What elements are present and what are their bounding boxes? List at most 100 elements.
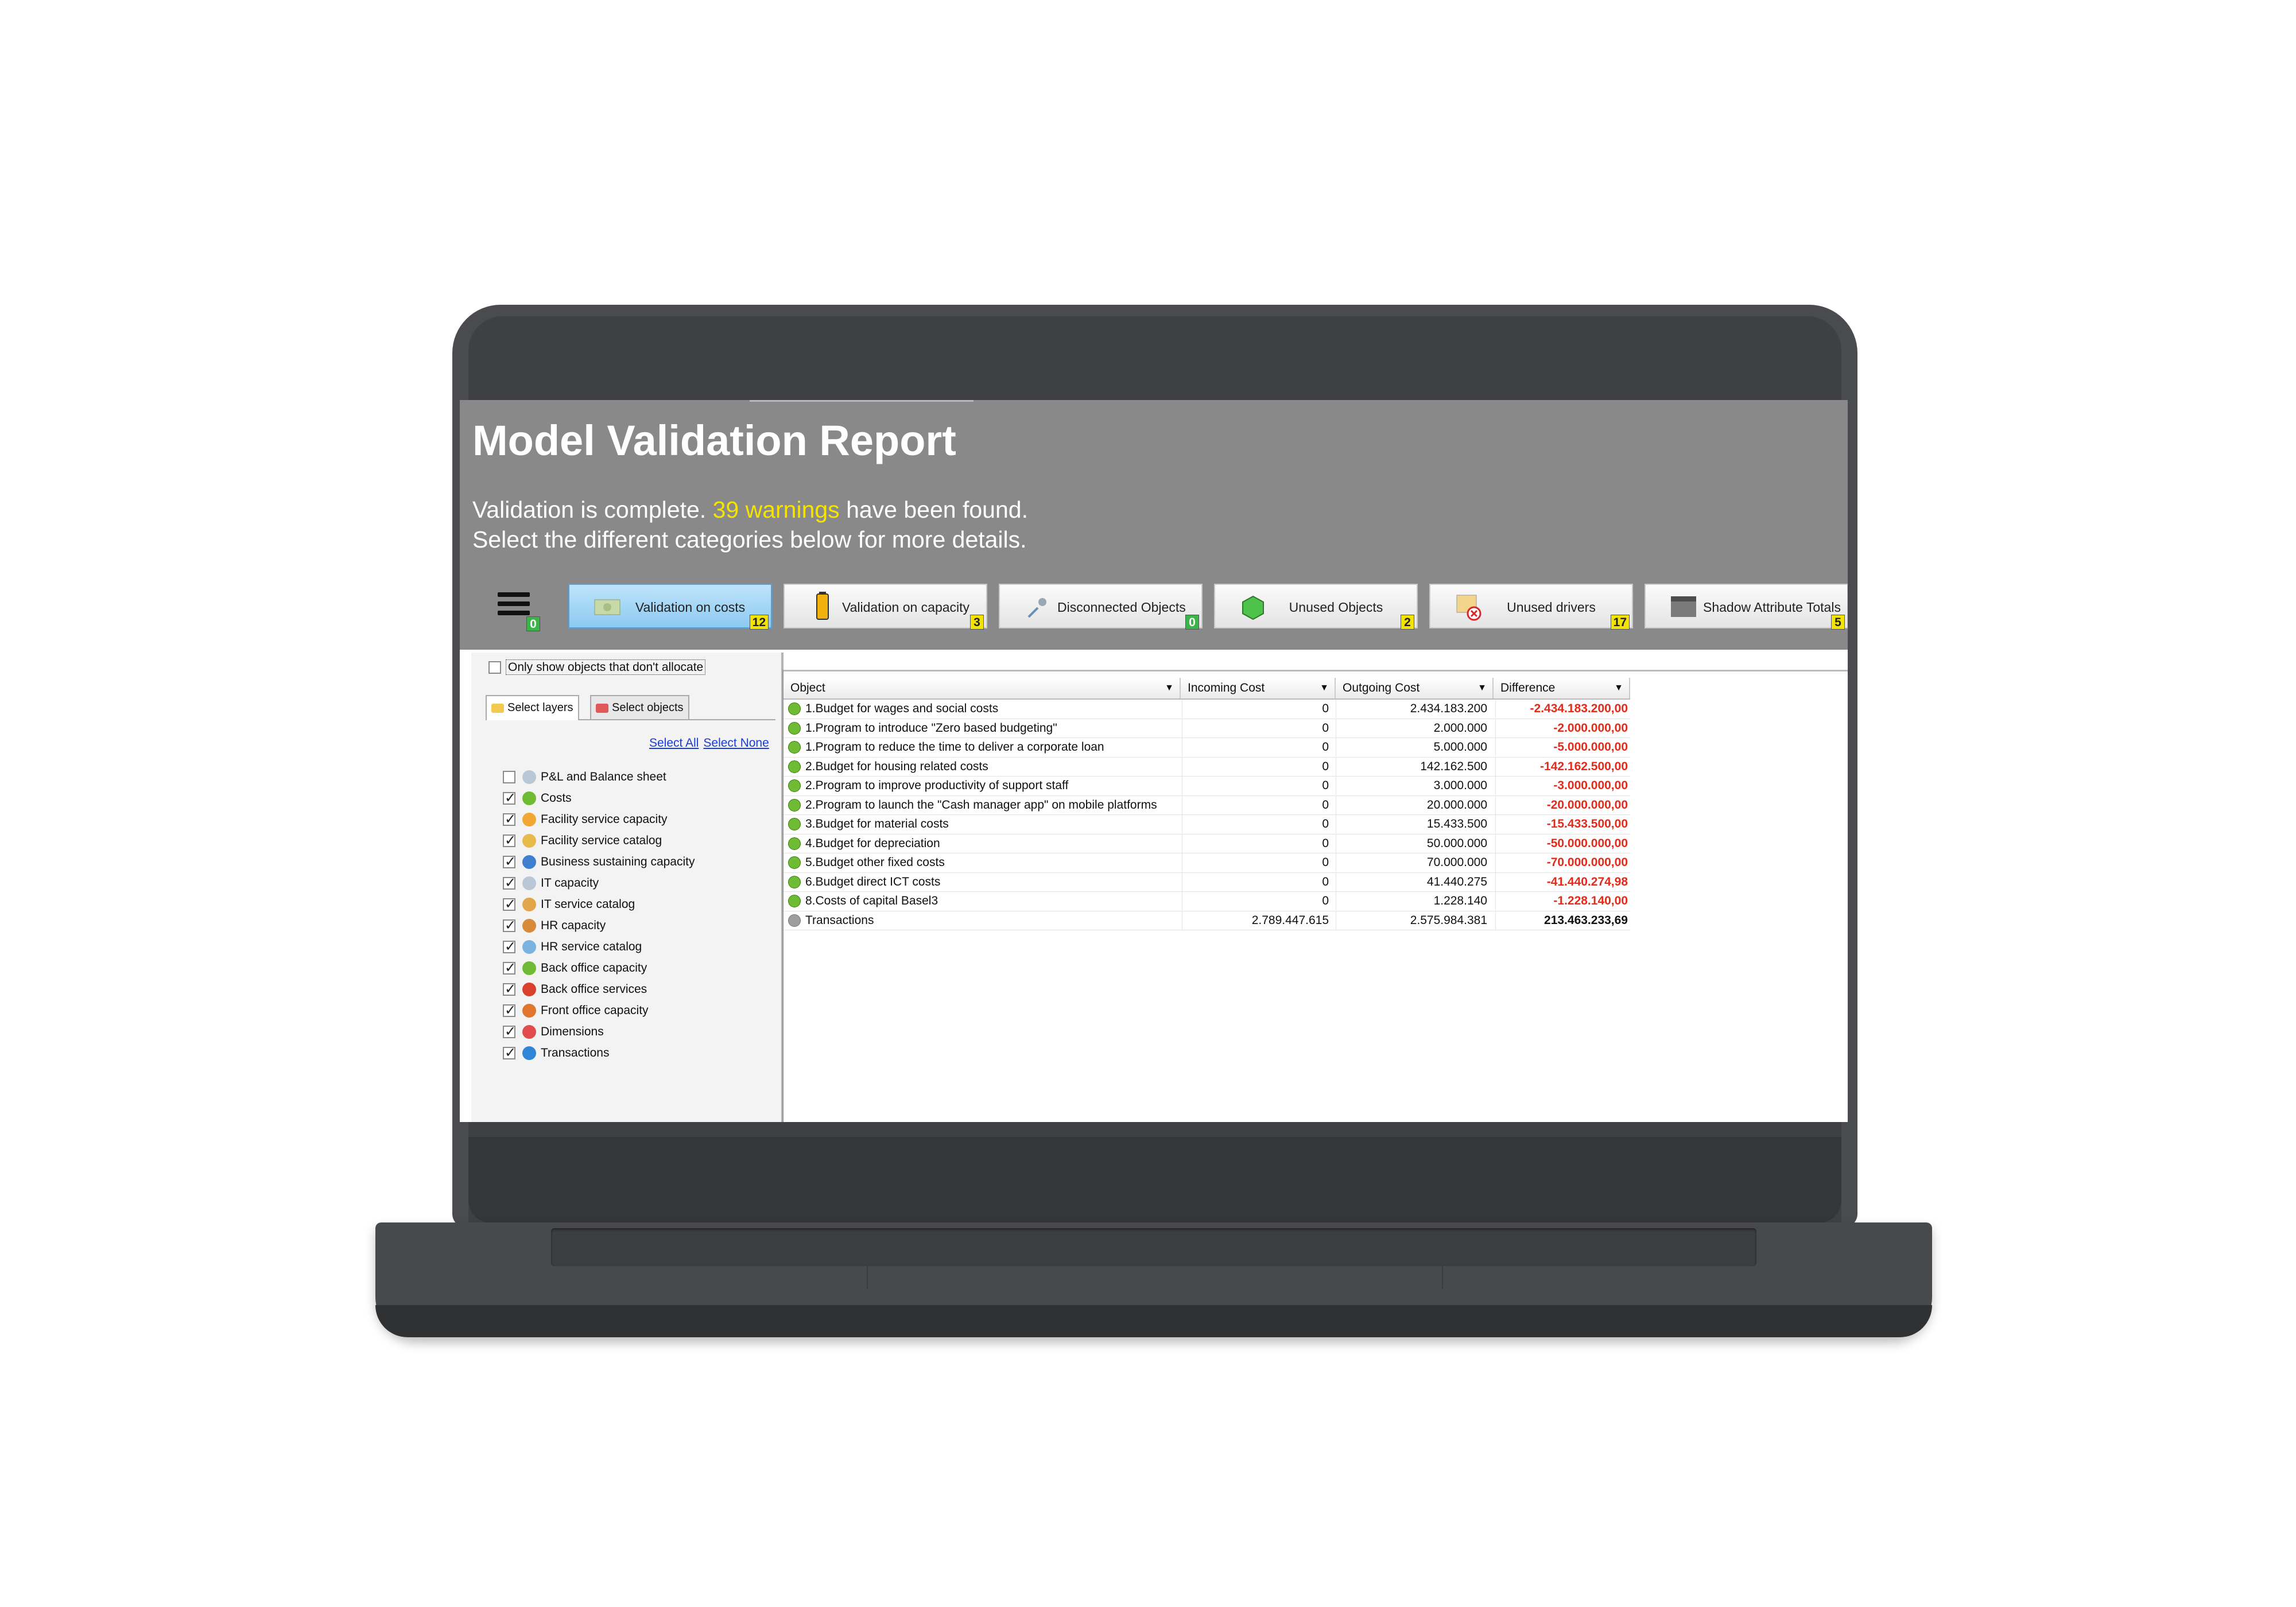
object-name: 6.Budget direct ICT costs [805,875,941,888]
layer-checkbox[interactable] [503,896,516,913]
costs-icon [788,779,801,793]
cell-incoming: 0 [1182,834,1329,853]
laptop-touchpad [867,1266,1443,1289]
column-header-outgoing-cost[interactable]: Outgoing Cost ▼ [1336,678,1494,698]
object-name: 1.Budget for wages and social costs [805,702,999,715]
table-row[interactable]: 1.Budget for wages and social costs 0 2.43… [784,700,1630,719]
menu-icon-bar [498,611,530,615]
cell-incoming: 0 [1182,795,1329,814]
column-header-object[interactable]: Object ▼ [784,678,1181,698]
table-row[interactable]: 8.Costs of capital Basel3 0 1.228.140 -1.22… [784,892,1630,911]
layer-checkbox[interactable] [503,1023,516,1040]
layer-item[interactable]: P&L and Balance sheet [503,766,767,787]
cell-object: 6.Budget direct ICT costs [788,873,1170,891]
tab-select-layers[interactable]: Select layers [486,695,579,720]
layer-checkbox[interactable] [503,875,516,891]
layer-checkbox[interactable] [503,1045,516,1061]
column-header-incoming-cost[interactable]: Incoming Cost ▼ [1181,678,1336,698]
object-name: 8.Costs of capital Basel3 [805,894,938,907]
objects-icon [596,703,608,713]
layer-checkbox[interactable] [503,853,516,870]
folder-icon [491,703,504,713]
grid-header: Object ▼ Incoming Cost ▼ Outgoing Cost ▼ Di… [784,678,1630,700]
cell-incoming: 0 [1182,777,1329,795]
layer-checkbox[interactable] [503,981,516,997]
tab-label: Unused drivers [1507,600,1596,615]
layer-item[interactable]: Back office services [503,979,767,1000]
layer-checkbox[interactable] [503,832,516,849]
tab-unused-objects[interactable]: Unused Objects 2 [1214,584,1418,630]
layer-checkbox[interactable] [503,770,515,783]
table-row[interactable]: 2.Program to improve productivity of sup… [784,777,1630,796]
layer-item[interactable]: Costs [503,787,767,809]
table-row[interactable]: 2.Budget for housing related costs 0 142.1… [784,757,1630,777]
table-row[interactable]: 1.Program to introduce "Zero based budge… [784,719,1630,738]
hamburger-menu-button[interactable]: 0 [498,592,540,631]
search-icon [522,770,536,784]
table-row[interactable]: Transactions 2.789.447.615 2.575.984.381 21… [784,911,1630,930]
dropdown-icon[interactable]: ▼ [1320,678,1329,698]
tab-label: Validation on capacity [842,600,970,615]
layer-checkbox[interactable] [503,790,516,806]
only-show-label: Only show objects that don't allocate [506,659,706,675]
layer-item[interactable]: IT service catalog [503,894,767,915]
layer-item[interactable]: Dimensions [503,1021,767,1042]
dropdown-icon[interactable]: ▼ [1477,678,1487,698]
layer-checkbox[interactable] [503,938,516,955]
message-suffix: have been found. [846,496,1028,523]
object-name: 1.Program to reduce the time to deliver … [805,740,1104,754]
layer-checkbox[interactable] [503,917,516,934]
cell-difference: -2.000.000,00 [1495,719,1628,737]
layer-label: Business sustaining capacity [541,855,695,868]
layer-item[interactable]: IT capacity [503,872,767,894]
cell-incoming: 0 [1182,757,1329,776]
table-row[interactable]: 4.Budget for depreciation 0 50.000.000 -50.… [784,834,1630,853]
tab-count-badge: 17 [1610,615,1630,630]
cell-difference: -2.434.183.200,00 [1495,700,1628,718]
layer-item[interactable]: Business sustaining capacity [503,851,767,872]
cell-object: 1.Program to introduce "Zero based budge… [788,719,1170,737]
header-divider [750,400,974,402]
cell-difference: -70.000.000,00 [1495,853,1628,872]
table-row[interactable]: 1.Program to reduce the time to deliver … [784,738,1630,758]
layer-checkbox[interactable] [503,811,516,828]
layer-item[interactable]: Back office capacity [503,957,767,979]
object-name: 4.Budget for depreciation [805,836,940,850]
validation-message: Validation is complete. 39 warnings have… [472,495,1028,554]
results-grid: Object ▼ Incoming Cost ▼ Outgoing Cost ▼ Di… [782,670,1848,1122]
layer-item[interactable]: Facility service catalog [503,830,767,851]
tab-shadow-attribute-totals[interactable]: Shadow Attribute Totals 5 [1645,584,1848,630]
only-show-checkbox[interactable] [488,661,501,674]
dropdown-icon[interactable]: ▼ [1614,678,1623,698]
table-row[interactable]: 6.Budget direct ICT costs 0 41.440.275 -41.… [784,872,1630,892]
layer-checkbox[interactable] [503,960,516,976]
cell-incoming: 0 [1182,892,1329,910]
select-all-link[interactable]: Select All [649,736,699,750]
tab-select-objects[interactable]: Select objects [590,695,689,719]
tab-validation-on-costs[interactable]: Validation on costs 12 [568,584,772,630]
layer-item[interactable]: HR service catalog [503,936,767,957]
table-row[interactable]: 2.Program to launch the "Cash manager ap… [784,795,1630,815]
layer-label: Dimensions [541,1024,604,1038]
only-show-option[interactable]: Only show objects that don't allocate [488,659,706,675]
table-row[interactable]: 5.Budget other fixed costs 0 70.000.000 -70… [784,853,1630,873]
layer-label: IT capacity [541,876,599,890]
layer-item[interactable]: Facility service capacity [503,809,767,830]
left-panel-tabs: Select layers Select objects [486,694,775,720]
tab-unused-drivers[interactable]: Unused drivers 17 [1429,584,1633,630]
layer-item[interactable]: Front office capacity [503,1000,767,1021]
cell-outgoing: 41.440.275 [1336,872,1487,891]
layer-item[interactable]: HR capacity [503,915,767,936]
layer-item[interactable]: Transactions [503,1042,767,1063]
layer-checkbox[interactable] [503,1002,516,1019]
tab-disconnected-objects[interactable]: Disconnected Objects 0 [999,584,1203,630]
tab-validation-on-capacity[interactable]: Validation on capacity 3 [784,584,987,630]
table-row[interactable]: 3.Budget for material costs 0 15.433.500 -1… [784,815,1630,834]
costs-icon [522,791,536,805]
select-none-link[interactable]: Select None [703,736,769,750]
layer-label: HR capacity [541,918,606,932]
globe-icon [522,1046,536,1060]
column-header-difference[interactable]: Difference ▼ [1494,678,1630,698]
dropdown-icon[interactable]: ▼ [1165,678,1174,698]
costs-icon [788,702,801,716]
